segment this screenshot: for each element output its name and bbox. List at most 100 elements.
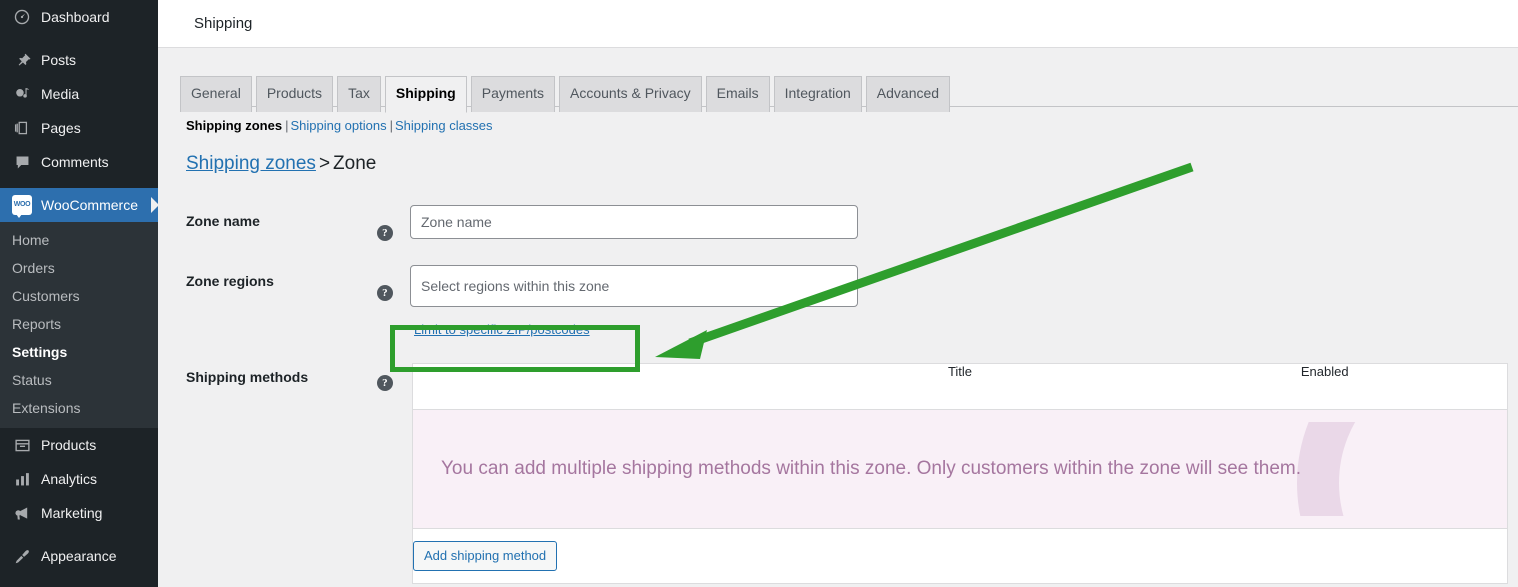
label-zone-regions: Zone regions — [180, 253, 377, 351]
media-icon — [12, 84, 32, 104]
label-shipping-methods: Shipping methods — [180, 351, 377, 587]
sidebar-item-marketing[interactable]: Marketing — [0, 496, 158, 530]
sidebar-item-woocommerce[interactable]: WOO WooCommerce — [0, 188, 158, 222]
tab-emails[interactable]: Emails — [706, 76, 770, 112]
column-header-sort — [413, 364, 778, 410]
help-icon[interactable]: ? — [377, 225, 393, 241]
breadcrumb-shipping-zones-link[interactable]: Shipping zones — [186, 153, 316, 174]
shipping-methods-tip-cell: ? — [377, 351, 410, 587]
help-icon[interactable]: ? — [377, 285, 393, 301]
shipping-subnav: Shipping zones|Shipping options|Shipping… — [186, 118, 1518, 133]
tab-integration[interactable]: Integration — [774, 76, 862, 112]
subnav-shipping-options[interactable]: Shipping options — [290, 118, 386, 133]
table-header-row: Title Enabled — [413, 364, 1508, 410]
sidebar-item-label: Appearance — [41, 539, 117, 573]
label-zone-name: Zone name — [180, 193, 377, 253]
sidebar-item-label: Marketing — [41, 496, 102, 530]
breadcrumb-separator: > — [316, 153, 333, 174]
submenu-item-extensions[interactable]: Extensions — [0, 394, 158, 422]
sidebar-item-label: Analytics — [41, 462, 97, 496]
sidebar-separator — [0, 179, 158, 188]
admin-screen: Dashboard Posts Media — [0, 0, 1518, 587]
woocommerce-submenu: Home Orders Customers Reports Settings S… — [0, 222, 158, 428]
postcode-link-wrap: Limit to specific ZIP/postcodes — [410, 321, 1508, 339]
shipping-methods-thead: Title Enabled — [413, 364, 1508, 410]
sidebar-item-label: Pages — [41, 111, 81, 145]
submenu-item-status[interactable]: Status — [0, 366, 158, 394]
products-icon — [12, 435, 32, 455]
sidebar-item-label: Comments — [41, 145, 109, 179]
blankslate-inner: You can add multiple shipping methods wi… — [413, 422, 1497, 516]
comments-icon — [12, 152, 32, 172]
page-header: Shipping — [158, 0, 1518, 48]
zone-regions-placeholder: Select regions within this zone — [421, 278, 609, 294]
add-shipping-method-button[interactable]: Add shipping method — [413, 541, 557, 571]
sidebar-item-label: Media — [41, 77, 79, 111]
sidebar-item-comments[interactable]: Comments — [0, 145, 158, 179]
tab-payments[interactable]: Payments — [471, 76, 555, 112]
blankslate-message: You can add multiple shipping methods wi… — [441, 458, 1301, 480]
woocommerce-icon: WOO — [12, 195, 32, 215]
tab-advanced[interactable]: Advanced — [866, 76, 950, 112]
sidebar-item-analytics[interactable]: Analytics — [0, 462, 158, 496]
column-header-title: Title — [778, 364, 1143, 410]
settings-wrap: General Products Tax Shipping Payments A… — [158, 48, 1518, 587]
tab-accounts-privacy[interactable]: Accounts & Privacy — [559, 76, 702, 112]
analytics-icon — [12, 469, 32, 489]
limit-to-zip-postcodes-link[interactable]: Limit to specific ZIP/postcodes — [414, 322, 590, 337]
zone-regions-select[interactable]: Select regions within this zone — [410, 265, 858, 307]
subnav-divider: | — [387, 118, 395, 133]
sidebar-item-posts[interactable]: Posts — [0, 43, 158, 77]
marketing-icon — [12, 503, 32, 523]
sidebar-item-label: Posts — [41, 43, 76, 77]
tab-general[interactable]: General — [180, 76, 252, 112]
zone-name-input[interactable] — [410, 205, 858, 239]
submenu-item-settings[interactable]: Settings — [0, 338, 158, 366]
page-title: Shipping — [194, 15, 252, 32]
submenu-item-orders[interactable]: Orders — [0, 254, 158, 282]
submenu-item-reports[interactable]: Reports — [0, 310, 158, 338]
sidebar-item-label: WooCommerce — [41, 188, 138, 222]
sidebar-separator — [0, 530, 158, 539]
methods-footer-row: Add shipping method — [413, 529, 1508, 584]
breadcrumb: Shipping zones>Zone — [186, 153, 1518, 175]
blankslate-cell: You can add multiple shipping methods wi… — [413, 410, 1508, 529]
row-zone-regions: Zone regions ? Select regions within thi… — [180, 253, 1518, 351]
blankslate-row: You can add multiple shipping methods wi… — [413, 410, 1508, 529]
tab-tax[interactable]: Tax — [337, 76, 381, 112]
zone-name-field-cell — [410, 193, 1518, 253]
methods-footer-cell: Add shipping method — [413, 529, 1508, 584]
pin-icon — [12, 50, 32, 70]
appearance-icon — [12, 546, 32, 566]
settings-tabs: General Products Tax Shipping Payments A… — [180, 76, 1518, 107]
zone-regions-field-cell: Select regions within this zone Limit to… — [410, 253, 1518, 351]
column-header-enabled: Enabled — [1143, 364, 1508, 410]
breadcrumb-current: Zone — [333, 153, 376, 174]
row-shipping-methods: Shipping methods ? Title Enabled — [180, 351, 1518, 587]
admin-sidebar: Dashboard Posts Media — [0, 0, 158, 587]
main-content: Shipping General Products Tax Shipping P… — [158, 0, 1518, 587]
tab-products[interactable]: Products — [256, 76, 333, 112]
subnav-shipping-classes[interactable]: Shipping classes — [395, 118, 493, 133]
row-zone-name: Zone name ? — [180, 193, 1518, 253]
shipping-methods-table: Title Enabled You can add multipl — [412, 363, 1508, 584]
pages-icon — [12, 118, 32, 138]
help-icon[interactable]: ? — [377, 375, 393, 391]
dashboard-icon — [12, 7, 32, 27]
sidebar-item-label: Dashboard — [41, 0, 110, 34]
decorative-arc — [1297, 422, 1497, 516]
sidebar-item-dashboard[interactable]: Dashboard — [0, 0, 158, 34]
sidebar-item-media[interactable]: Media — [0, 77, 158, 111]
submenu-item-home[interactable]: Home — [0, 226, 158, 254]
tab-shipping[interactable]: Shipping — [385, 76, 467, 113]
shipping-methods-cell: Title Enabled You can add multipl — [410, 351, 1518, 587]
subnav-shipping-zones[interactable]: Shipping zones — [186, 118, 282, 133]
sidebar-item-pages[interactable]: Pages — [0, 111, 158, 145]
sidebar-item-appearance[interactable]: Appearance — [0, 539, 158, 573]
sidebar-item-label: Products — [41, 428, 96, 462]
sidebar-item-products[interactable]: Products — [0, 428, 158, 462]
zone-name-tip-cell: ? — [377, 193, 410, 253]
shipping-methods-tbody: You can add multiple shipping methods wi… — [413, 410, 1508, 584]
submenu-item-customers[interactable]: Customers — [0, 282, 158, 310]
sidebar-separator — [0, 34, 158, 43]
